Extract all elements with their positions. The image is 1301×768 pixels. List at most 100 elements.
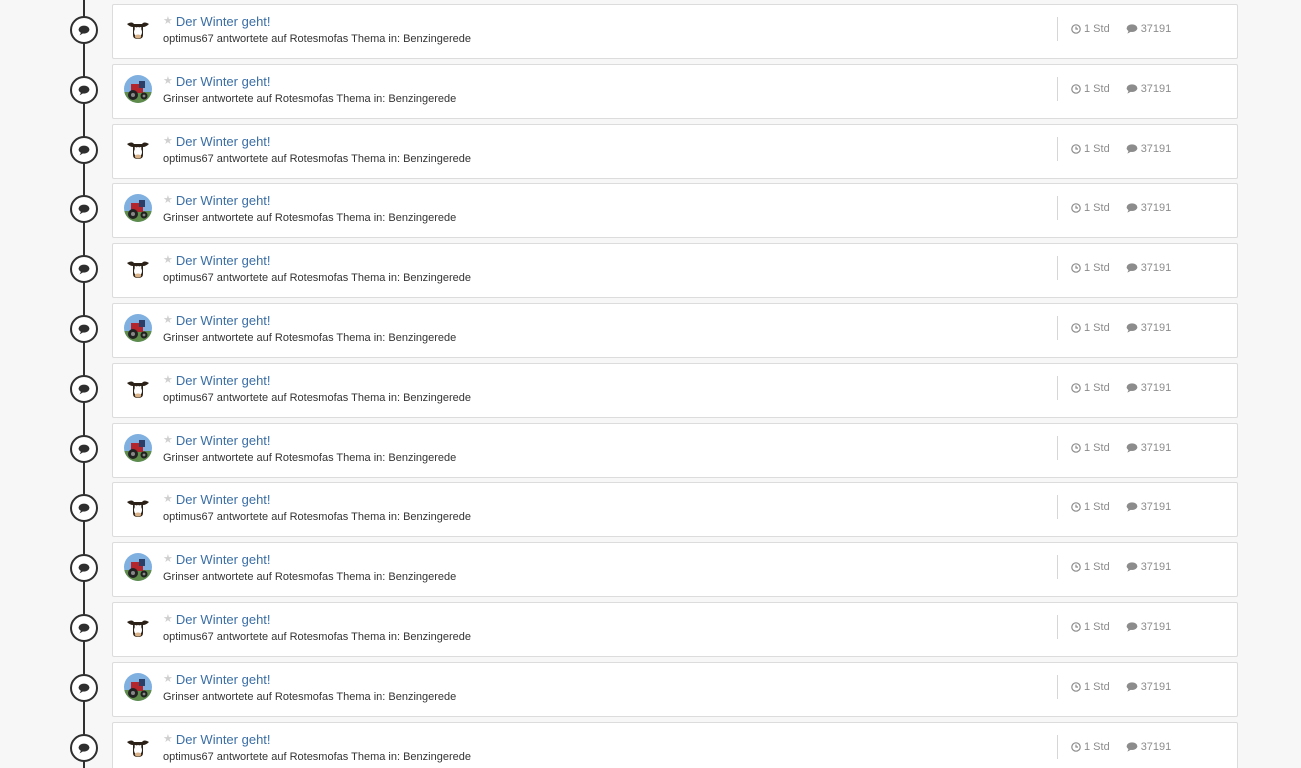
activity-item: ★ Der Winter geht! Grinser antwortete auf … xyxy=(0,183,1301,239)
reply-count[interactable]: 37191 xyxy=(1126,143,1171,155)
reply-count[interactable]: 37191 xyxy=(1126,681,1171,693)
activity-meta: 1 Std 37191 xyxy=(1057,316,1171,340)
clock-icon xyxy=(1071,443,1084,453)
user-avatar[interactable] xyxy=(124,314,152,342)
activity-item: ★ Der Winter geht! optimus67 antwortete au… xyxy=(0,363,1301,419)
star-icon[interactable]: ★ xyxy=(163,434,173,446)
star-icon[interactable]: ★ xyxy=(163,733,173,745)
thread-title-link[interactable]: Der Winter geht! xyxy=(176,253,271,268)
timestamp: 1 Std xyxy=(1071,143,1110,155)
user-avatar[interactable] xyxy=(124,613,152,641)
thread-title-link[interactable]: Der Winter geht! xyxy=(176,492,271,507)
timestamp: 1 Std xyxy=(1071,501,1110,513)
user-avatar[interactable] xyxy=(124,733,152,761)
reply-count[interactable]: 37191 xyxy=(1126,202,1172,214)
comment-bubble-icon xyxy=(70,136,98,164)
user-avatar[interactable] xyxy=(124,135,152,163)
thread-title-link[interactable]: Der Winter geht! xyxy=(176,14,271,29)
activity-card: ★ Der Winter geht! optimus67 antwortete au… xyxy=(112,722,1238,768)
reply-count[interactable]: 37191 xyxy=(1126,262,1171,274)
time-label: 1 Std xyxy=(1084,741,1110,753)
activity-card: ★ Der Winter geht! optimus67 antwortete au… xyxy=(112,243,1238,298)
reply-count-label: 37191 xyxy=(1140,621,1172,633)
reply-count[interactable]: 37191 xyxy=(1126,501,1172,513)
star-icon[interactable]: ★ xyxy=(163,673,173,685)
timestamp: 1 Std xyxy=(1071,621,1110,633)
reply-count[interactable]: 37191 xyxy=(1126,442,1171,454)
reply-count[interactable]: 37191 xyxy=(1126,741,1172,753)
user-avatar[interactable] xyxy=(124,15,152,43)
reply-count-label: 37191 xyxy=(1140,501,1172,513)
reply-count[interactable]: 37191 xyxy=(1126,621,1172,633)
activity-item: ★ Der Winter geht! Grinser antwortete auf … xyxy=(0,303,1301,359)
thread-title-link[interactable]: Der Winter geht! xyxy=(176,552,271,567)
user-avatar[interactable] xyxy=(124,673,152,701)
star-icon[interactable]: ★ xyxy=(163,15,173,27)
user-avatar[interactable] xyxy=(124,553,152,581)
reply-count[interactable]: 37191 xyxy=(1126,561,1171,573)
thread-title-link[interactable]: Der Winter geht! xyxy=(176,672,271,687)
star-icon[interactable]: ★ xyxy=(163,374,173,386)
thread-title-link[interactable]: Der Winter geht! xyxy=(176,74,271,89)
user-avatar[interactable] xyxy=(124,254,152,282)
comment-bubble-icon xyxy=(70,494,98,522)
thread-title-link[interactable]: Der Winter geht! xyxy=(176,193,271,208)
user-avatar[interactable] xyxy=(124,194,152,222)
star-icon[interactable]: ★ xyxy=(163,314,173,326)
star-icon[interactable]: ★ xyxy=(163,493,173,505)
comment-bubble-icon xyxy=(70,375,98,403)
activity-meta: 1 Std 37191 xyxy=(1057,615,1171,639)
clock-icon xyxy=(1071,144,1084,154)
activity-timeline: ★ Der Winter geht! optimus67 antwortete au… xyxy=(0,0,1301,768)
user-avatar[interactable] xyxy=(124,75,152,103)
reply-count[interactable]: 37191 xyxy=(1126,23,1171,35)
user-avatar[interactable] xyxy=(124,493,152,521)
thread-title-link[interactable]: Der Winter geht! xyxy=(176,612,271,627)
timestamp: 1 Std xyxy=(1071,23,1110,35)
comment-bubble-icon xyxy=(70,554,98,582)
activity-item: ★ Der Winter geht! optimus67 antwortete au… xyxy=(0,124,1301,180)
thread-title-link[interactable]: Der Winter geht! xyxy=(176,313,271,328)
star-icon[interactable]: ★ xyxy=(163,75,173,87)
comment-bubble-icon xyxy=(70,255,98,283)
user-avatar[interactable] xyxy=(124,374,152,402)
timestamp: 1 Std xyxy=(1071,322,1110,334)
reply-count-label: 37191 xyxy=(1140,741,1172,753)
thread-title-link[interactable]: Der Winter geht! xyxy=(176,732,271,747)
star-icon[interactable]: ★ xyxy=(163,135,173,147)
activity-description: Grinser antwortete auf Rotesmofas Thema … xyxy=(163,93,457,105)
activity-card: ★ Der Winter geht! optimus67 antwortete au… xyxy=(112,602,1238,657)
reply-count[interactable]: 37191 xyxy=(1126,83,1172,95)
time-label: 1 Std xyxy=(1084,143,1110,155)
star-icon[interactable]: ★ xyxy=(163,613,173,625)
comment-bubble-icon xyxy=(70,734,98,762)
activity-item: ★ Der Winter geht! optimus67 antwortete au… xyxy=(0,243,1301,299)
thread-title-link[interactable]: Der Winter geht! xyxy=(176,433,271,448)
activity-description: optimus67 antwortete auf Rotesmofas Them… xyxy=(163,33,471,45)
time-label: 1 Std xyxy=(1084,322,1110,334)
activity-meta: 1 Std 37191 xyxy=(1057,376,1171,400)
comment-icon xyxy=(1126,562,1141,572)
activity-meta: 1 Std 37191 xyxy=(1057,735,1171,759)
star-icon[interactable]: ★ xyxy=(163,553,173,565)
reply-count[interactable]: 37191 xyxy=(1126,322,1171,334)
reply-count-label: 37191 xyxy=(1140,83,1172,95)
clock-icon xyxy=(1071,203,1084,213)
activity-description: optimus67 antwortete auf Rotesmofas Them… xyxy=(163,153,471,165)
activity-description: Grinser antwortete auf Rotesmofas Thema … xyxy=(163,212,457,224)
timestamp: 1 Std xyxy=(1071,681,1110,693)
star-icon[interactable]: ★ xyxy=(163,254,173,266)
thread-title-link[interactable]: Der Winter geht! xyxy=(176,373,271,388)
activity-description: Grinser antwortete auf Rotesmofas Thema … xyxy=(163,452,457,464)
timestamp: 1 Std xyxy=(1071,741,1110,753)
thread-title-link[interactable]: Der Winter geht! xyxy=(176,134,271,149)
activity-card: ★ Der Winter geht! Grinser antwortete auf … xyxy=(112,423,1238,478)
activity-meta: 1 Std 37191 xyxy=(1057,77,1171,101)
activity-description: optimus67 antwortete auf Rotesmofas Them… xyxy=(163,511,471,523)
timestamp: 1 Std xyxy=(1071,382,1110,394)
star-icon[interactable]: ★ xyxy=(163,194,173,206)
user-avatar[interactable] xyxy=(124,434,152,462)
reply-count[interactable]: 37191 xyxy=(1126,382,1171,394)
time-label: 1 Std xyxy=(1084,262,1110,274)
reply-count-label: 37191 xyxy=(1140,202,1172,214)
